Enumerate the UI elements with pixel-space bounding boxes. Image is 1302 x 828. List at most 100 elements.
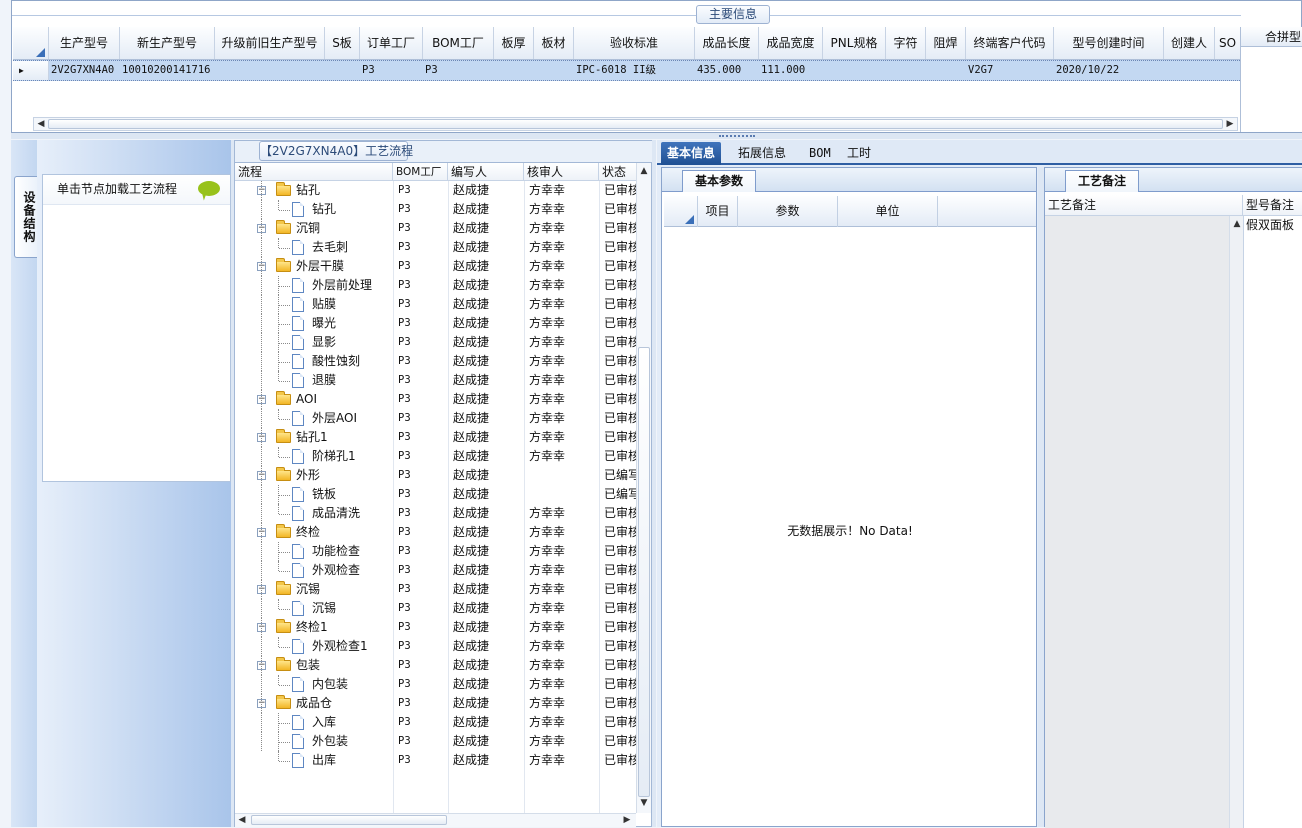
cell-mask — [926, 61, 966, 80]
scroll-left-icon[interactable]: ◀ — [235, 814, 249, 826]
scroll-thumb[interactable] — [48, 119, 1223, 129]
col-customer-code[interactable]: 终端客户代码 — [966, 27, 1054, 59]
vertical-splitter-middle[interactable] — [652, 140, 656, 827]
tab-basic-info[interactable]: 基本信息 — [661, 142, 722, 165]
col-creator[interactable]: 创建人 — [1164, 27, 1215, 59]
scroll-left-icon[interactable]: ◀ — [34, 118, 48, 130]
tree-node-row[interactable]: 外包装 P3 赵成捷 方幸幸 已审核 — [235, 732, 636, 751]
tree-cell: 铣板 — [235, 485, 393, 504]
tree-label: 功能检查 — [312, 544, 361, 558]
merge-header[interactable]: 合拼型 — [1241, 27, 1302, 47]
tree-group-row[interactable]: − 沉锡 P3 赵成捷 方幸幸 已审核 — [235, 580, 636, 599]
col-process-note[interactable]: 工艺备注 — [1045, 195, 1243, 216]
tree-node-row[interactable]: 入库 P3 赵成捷 方幸幸 已审核 — [235, 713, 636, 732]
col-writer[interactable]: 编写人 — [448, 163, 524, 181]
cell-length: 435.000 — [697, 64, 742, 76]
tree-node-row[interactable]: 外观检查 P3 赵成捷 方幸幸 已审核 — [235, 561, 636, 580]
tab-extended-info[interactable]: 拓展信息 — [732, 142, 792, 165]
tab-process-notes[interactable]: 工艺备注 — [1065, 170, 1140, 192]
tree-group-row[interactable]: − 成品仓 P3 赵成捷 方幸幸 已审核 — [235, 694, 636, 713]
col-old-prod-model[interactable]: 升级前旧生产型号 — [215, 27, 325, 59]
model-note-area[interactable]: 假双面板 — [1243, 216, 1302, 828]
tree-node-row[interactable]: 去毛刺 P3 赵成捷 方幸幸 已审核 — [235, 238, 636, 257]
bom-cell: P3 — [398, 450, 411, 462]
scroll-down-icon[interactable]: ▼ — [637, 797, 651, 809]
col-material[interactable]: 板材 — [534, 27, 574, 59]
scroll-right-icon[interactable]: ▶ — [1223, 118, 1237, 130]
col-flow[interactable]: 流程 — [235, 163, 393, 181]
col-width[interactable]: 成品宽度 — [759, 27, 823, 59]
reviewer-cell: 方幸幸 — [529, 278, 566, 292]
tree-cell: − AOI — [235, 390, 393, 409]
scroll-right-icon[interactable]: ▶ — [620, 814, 634, 826]
col-thickness[interactable]: 板厚 — [494, 27, 534, 59]
tree-cell: 沉锡 — [235, 599, 393, 618]
process-hscrollbar[interactable]: ◀ ▶ — [235, 813, 636, 827]
tree-node-row[interactable]: 成品清洗 P3 赵成捷 方幸幸 已审核 — [235, 504, 636, 523]
tree-node-row[interactable]: 显影 P3 赵成捷 方幸幸 已审核 — [235, 333, 636, 352]
tree-group-row[interactable]: − AOI P3 赵成捷 方幸幸 已审核 — [235, 390, 636, 409]
scroll-thumb[interactable] — [638, 347, 650, 797]
notes-vscrollbar[interactable]: ▲ — [1229, 216, 1243, 828]
col-prod-model[interactable]: 生产型号 — [49, 27, 120, 59]
tree-node-row[interactable]: 退膜 P3 赵成捷 方幸幸 已审核 — [235, 371, 636, 390]
tree-node-row[interactable]: 钻孔 P3 赵成捷 方幸幸 已审核 — [235, 200, 636, 219]
tree-group-row[interactable]: − 终检 P3 赵成捷 方幸幸 已审核 — [235, 523, 636, 542]
col-so[interactable]: SO — [1215, 27, 1240, 59]
col-bom[interactable]: BOM工厂 — [393, 163, 448, 181]
col-s-board[interactable]: S板 — [325, 27, 360, 59]
process-vscrollbar[interactable]: ▲ ▼ — [636, 163, 651, 813]
horizontal-splitter[interactable] — [11, 133, 1302, 139]
scroll-up-icon[interactable]: ▲ — [637, 165, 651, 177]
col-item[interactable]: 项目 — [698, 196, 738, 227]
tab-work-hours[interactable]: 工时 — [841, 142, 877, 165]
tree-node-row[interactable]: 阶梯孔1 P3 赵成捷 方幸幸 已审核 — [235, 447, 636, 466]
tree-group-row[interactable]: − 外层干膜 P3 赵成捷 方幸幸 已审核 — [235, 257, 636, 276]
node-hint[interactable]: 单击节点加载工艺流程 — [43, 175, 230, 205]
scroll-thumb[interactable] — [251, 815, 447, 825]
tree-node-row[interactable]: 外层前处理 P3 赵成捷 方幸幸 已审核 — [235, 276, 636, 295]
writer-cell: 赵成捷 — [453, 240, 490, 254]
tree-node-row[interactable]: 出库 P3 赵成捷 方幸幸 已审核 — [235, 751, 636, 770]
tree-node-row[interactable]: 铣板 P3 赵成捷 已编写 — [235, 485, 636, 504]
tree-group-row[interactable]: − 钻孔 P3 赵成捷 方幸幸 已审核 — [235, 181, 636, 200]
col-unit[interactable]: 单位 — [838, 196, 938, 227]
process-note-area[interactable] — [1045, 216, 1243, 828]
main-grid-hscrollbar[interactable]: ◀ ▶ — [33, 117, 1238, 131]
col-char[interactable]: 字符 — [886, 27, 926, 59]
tree-group-row[interactable]: − 包装 P3 赵成捷 方幸幸 已审核 — [235, 656, 636, 675]
col-pnl[interactable]: PNL规格 — [823, 27, 886, 59]
col-new-prod-model[interactable]: 新生产型号 — [120, 27, 215, 59]
tree-label: 酸性蚀刻 — [312, 354, 361, 368]
tree-node-row[interactable]: 外层AOI P3 赵成捷 方幸幸 已审核 — [235, 409, 636, 428]
col-model-note[interactable]: 型号备注 — [1243, 195, 1302, 216]
tree-node-row[interactable]: 内包装 P3 赵成捷 方幸幸 已审核 — [235, 675, 636, 694]
col-reviewer[interactable]: 核审人 — [524, 163, 599, 181]
col-created-time[interactable]: 型号创建时间 — [1054, 27, 1164, 59]
tree-label: 外层AOI — [312, 411, 357, 425]
col-length[interactable]: 成品长度 — [695, 27, 759, 59]
tab-basic-params[interactable]: 基本参数 — [682, 170, 757, 192]
col-param[interactable]: 参数 — [738, 196, 838, 227]
tree-group-row[interactable]: − 外形 P3 赵成捷 已编写 — [235, 466, 636, 485]
col-status[interactable]: 状态 — [599, 163, 636, 181]
table-row[interactable]: ▶ 2V2G7XN4A0 10010200141716 P3 P3 IPC-60… — [13, 60, 1240, 81]
tree-node-row[interactable]: 沉锡 P3 赵成捷 方幸幸 已审核 — [235, 599, 636, 618]
tree-node-row[interactable]: 功能检查 P3 赵成捷 方幸幸 已审核 — [235, 542, 636, 561]
tree-node-row[interactable]: 酸性蚀刻 P3 赵成捷 方幸幸 已审核 — [235, 352, 636, 371]
tree-group-row[interactable]: − 终检1 P3 赵成捷 方幸幸 已审核 — [235, 618, 636, 637]
row-indicator-header — [13, 27, 49, 59]
process-header: 流程 BOM工厂 编写人 核审人 状态 — [235, 163, 636, 181]
col-bom-factory[interactable]: BOM工厂 — [423, 27, 494, 59]
col-order-factory[interactable]: 订单工厂 — [360, 27, 423, 59]
tree-group-row[interactable]: − 沉铜 P3 赵成捷 方幸幸 已审核 — [235, 219, 636, 238]
tree-node-row[interactable]: 外观检查1 P3 赵成捷 方幸幸 已审核 — [235, 637, 636, 656]
status-cell: 已审核 — [604, 544, 636, 558]
scroll-up-icon[interactable]: ▲ — [1230, 218, 1244, 230]
col-mask[interactable]: 阻焊 — [926, 27, 966, 59]
tree-node-row[interactable]: 曝光 P3 赵成捷 方幸幸 已审核 — [235, 314, 636, 333]
col-acceptance[interactable]: 验收标准 — [574, 27, 695, 59]
tree-node-row[interactable]: 贴膜 P3 赵成捷 方幸幸 已审核 — [235, 295, 636, 314]
tree-group-row[interactable]: − 钻孔1 P3 赵成捷 方幸幸 已审核 — [235, 428, 636, 447]
tab-bom[interactable]: BOM — [803, 142, 837, 165]
